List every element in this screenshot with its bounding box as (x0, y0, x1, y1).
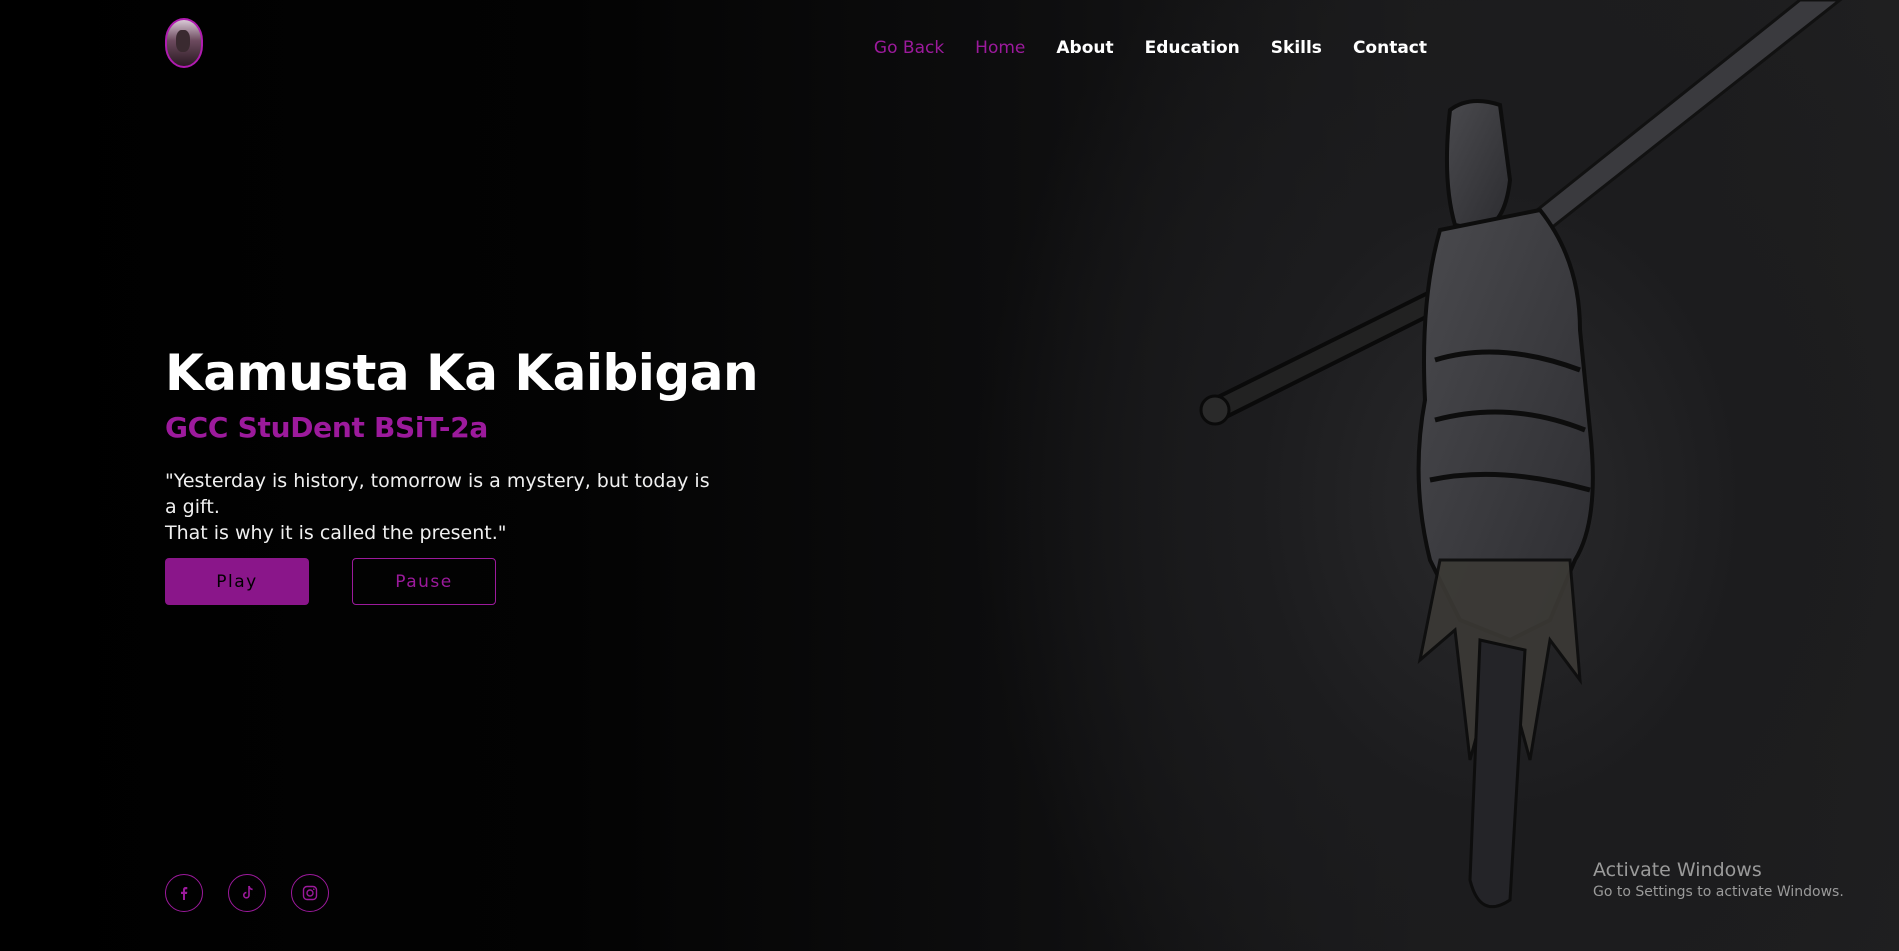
profile-avatar[interactable] (165, 18, 203, 68)
hero-title: Kamusta Ka Kaibigan (165, 344, 759, 402)
nav-education[interactable]: Education (1145, 38, 1240, 58)
nav-skills[interactable]: Skills (1271, 38, 1322, 58)
quote-line-2: That is why it is called the present." (165, 522, 507, 544)
tiktok-icon[interactable] (228, 874, 266, 912)
hero-subtitle: GCC StuDent BSiT-2a (165, 411, 488, 444)
media-buttons: Play Pause (165, 558, 496, 605)
avatar-silhouette (176, 30, 190, 52)
hero-quote: "Yesterday is history, tomorrow is a mys… (165, 468, 725, 546)
hero-section: Kamusta Ka Kaibigan GCC StuDent BSiT-2a … (165, 340, 759, 546)
main-navigation: Go Back Home About Education Skills Cont… (874, 38, 1427, 58)
windows-activation-watermark: Activate Windows Go to Settings to activ… (1593, 858, 1844, 902)
nav-about[interactable]: About (1056, 38, 1113, 58)
knight-illustration (1199, 0, 1843, 909)
nav-home[interactable]: Home (975, 38, 1025, 58)
pause-button[interactable]: Pause (352, 558, 496, 605)
play-button[interactable]: Play (165, 558, 309, 605)
quote-line-1: "Yesterday is history, tomorrow is a mys… (165, 470, 710, 518)
instagram-icon[interactable] (291, 874, 329, 912)
activate-windows-subtitle: Go to Settings to activate Windows. (1593, 884, 1844, 900)
activate-windows-title: Activate Windows (1593, 859, 1762, 881)
nav-contact[interactable]: Contact (1353, 38, 1427, 58)
nav-go-back[interactable]: Go Back (874, 38, 944, 58)
facebook-icon[interactable] (165, 874, 203, 912)
social-links (165, 874, 329, 912)
